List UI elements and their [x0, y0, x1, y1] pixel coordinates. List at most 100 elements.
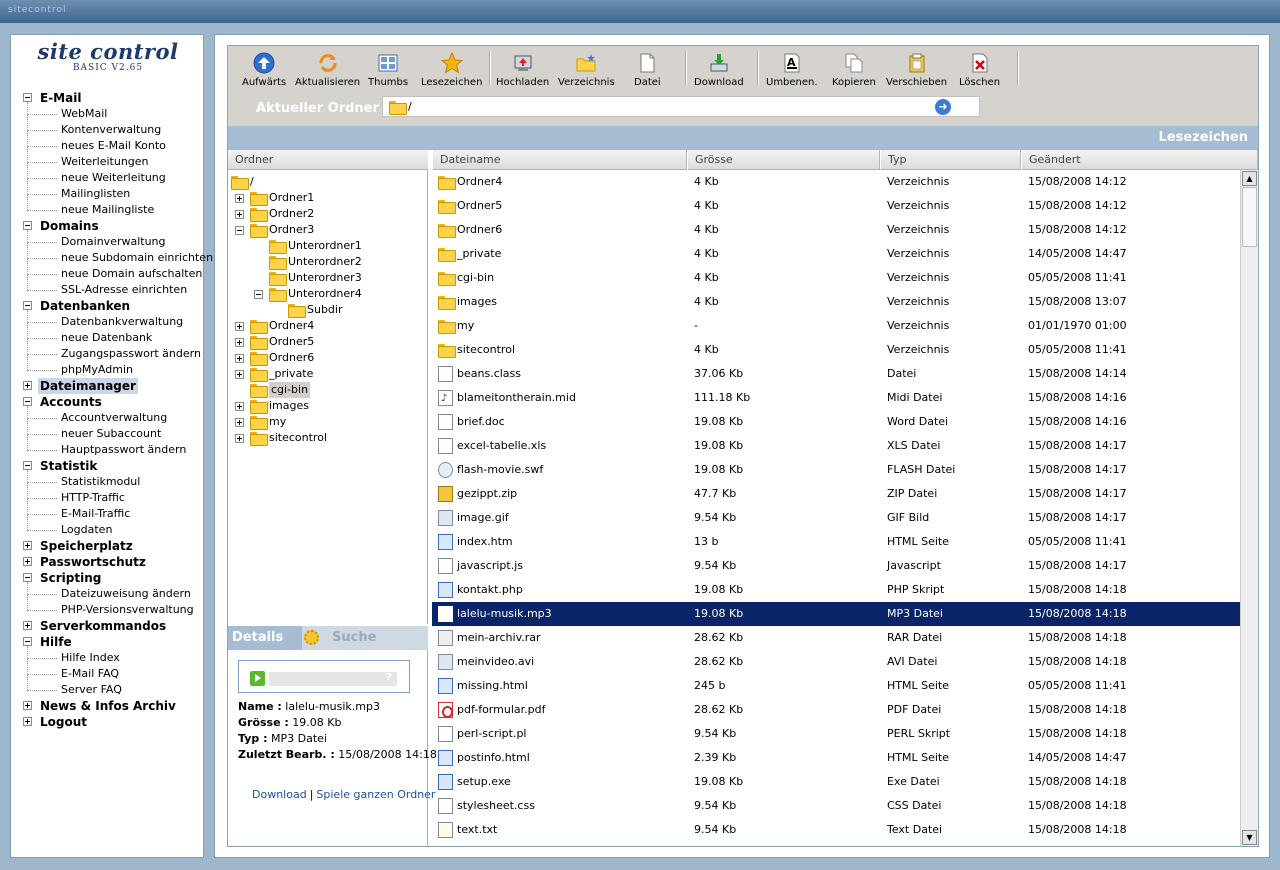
menu-item-label[interactable]: Weiterleitungen	[61, 155, 149, 169]
tab-search[interactable]: Suche	[332, 630, 376, 645]
bookmarks-title[interactable]: Lesezeichen	[1158, 130, 1248, 145]
file-row[interactable]: meinvideo.avi 28.62 Kb AVI Datei 15/08/2008…	[432, 650, 1240, 674]
file-row[interactable]: javascript.js 9.54 Kb Javascript 15/08/2008…	[432, 554, 1240, 578]
menu-item-label[interactable]: neue Domain aufschalten	[61, 267, 202, 281]
menu-category-5[interactable]: Statistik	[11, 458, 205, 474]
menu-item-label[interactable]: E-Mail-Traffic	[61, 507, 130, 521]
tree-node-label[interactable]: Ordner5	[269, 334, 314, 350]
menu-item[interactable]: PHP-Versionsverwaltung	[11, 602, 205, 618]
expand-icon[interactable]	[23, 701, 32, 710]
file-row[interactable]: beans.class 37.06 Kb Datei 15/08/2008 14:14	[432, 362, 1240, 386]
collapse-icon[interactable]	[23, 573, 32, 582]
expand-icon[interactable]	[235, 418, 244, 427]
go-arrow-icon[interactable]: ➜	[935, 99, 951, 115]
menu-item-label[interactable]: neue Mailingliste	[61, 203, 154, 217]
menu-category-0[interactable]: E-Mail	[11, 90, 205, 106]
file-row[interactable]: text.txt 9.54 Kb Text Datei 15/08/2008 14:1…	[432, 818, 1240, 842]
menu-category-label[interactable]: Domains	[40, 218, 99, 234]
menu-item-label[interactable]: neue Subdomain einrichten	[61, 251, 213, 265]
collapse-icon[interactable]	[254, 290, 263, 299]
menu-category-label[interactable]: Scripting	[40, 570, 101, 586]
expand-icon[interactable]	[235, 370, 244, 379]
menu-category-10[interactable]: Hilfe	[11, 634, 205, 650]
expand-icon[interactable]	[235, 322, 244, 331]
menu-item-label[interactable]: PHP-Versionsverwaltung	[61, 603, 194, 617]
menu-item-label[interactable]: E-Mail FAQ	[61, 667, 119, 681]
tree-node[interactable]: sitecontrol	[228, 430, 428, 446]
tab-details[interactable]: Details	[232, 630, 283, 645]
menu-category-label[interactable]: Dateimanager	[38, 378, 138, 394]
expand-icon[interactable]	[23, 717, 32, 726]
tree-node-label[interactable]: Unterordner1	[288, 238, 362, 254]
expand-icon[interactable]	[235, 194, 244, 203]
file-row[interactable]: images 4 Kb Verzeichnis 15/08/2008 13:07	[432, 290, 1240, 314]
file-row[interactable]: Ordner4 4 Kb Verzeichnis 15/08/2008 14:12	[432, 170, 1240, 194]
file-row[interactable]: missing.html 245 b HTML Seite 05/05/2008 11…	[432, 674, 1240, 698]
menu-item[interactable]: Hauptpasswort ändern	[11, 442, 205, 458]
menu-item-label[interactable]: Statistikmodul	[61, 475, 140, 489]
tree-node[interactable]: Unterordner3	[228, 270, 428, 286]
tree-node-label[interactable]: Unterordner2	[288, 254, 362, 270]
menu-category-9[interactable]: Serverkommandos	[11, 618, 205, 634]
file-row[interactable]: mein-archiv.rar 28.62 Kb RAR Datei 15/08/20…	[432, 626, 1240, 650]
file-row[interactable]: index.htm 13 b HTML Seite 05/05/2008 11:41	[432, 530, 1240, 554]
menu-category-2[interactable]: Datenbanken	[11, 298, 205, 314]
tree-node[interactable]: my	[228, 414, 428, 430]
tree-node[interactable]: Unterordner4	[228, 286, 428, 302]
file-row[interactable]: flash-movie.swf 19.08 Kb FLASH Datei 15/08/…	[432, 458, 1240, 482]
toolbar-button-arrow-up[interactable]: Aufwärts	[242, 52, 286, 88]
menu-item[interactable]: Mailinglisten	[11, 186, 205, 202]
menu-item[interactable]: HTTP-Traffic	[11, 490, 205, 506]
collapse-icon[interactable]	[23, 301, 32, 310]
file-row[interactable]: kontakt.php 19.08 Kb PHP Skript 15/08/2008 …	[432, 578, 1240, 602]
menu-item-label[interactable]: phpMyAdmin	[61, 363, 133, 377]
menu-category-7[interactable]: Passwortschutz	[11, 554, 205, 570]
menu-item-label[interactable]: Datenbankverwaltung	[61, 315, 183, 329]
menu-item-label[interactable]: neues E-Mail Konto	[61, 139, 166, 153]
menu-category-label[interactable]: E-Mail	[40, 90, 81, 106]
menu-category-label[interactable]: Passwortschutz	[40, 554, 146, 570]
menu-item[interactable]: neue Datenbank	[11, 330, 205, 346]
address-value[interactable]: /	[408, 100, 412, 113]
menu-category-label[interactable]: News & Infos Archiv	[40, 698, 176, 714]
menu-item[interactable]: Server FAQ	[11, 682, 205, 698]
menu-category-label[interactable]: Hilfe	[40, 634, 72, 650]
tree-node[interactable]: Ordner3	[228, 222, 428, 238]
file-row[interactable]: Ordner5 4 Kb Verzeichnis 15/08/2008 14:12	[432, 194, 1240, 218]
expand-icon[interactable]	[235, 402, 244, 411]
menu-item-label[interactable]: Logdaten	[61, 523, 112, 537]
menu-item-label[interactable]: HTTP-Traffic	[61, 491, 125, 505]
collapse-icon[interactable]	[23, 461, 32, 470]
menu-item-label[interactable]: Hauptpasswort ändern	[61, 443, 186, 457]
tree-node[interactable]: _private	[228, 366, 428, 382]
tree-node-label[interactable]: cgi-bin	[269, 382, 311, 398]
scroll-down-icon[interactable]: ▼	[1242, 830, 1257, 845]
menu-category-3[interactable]: Dateimanager	[11, 378, 205, 394]
tree-node[interactable]: Ordner6	[228, 350, 428, 366]
menu-item-label[interactable]: Kontenverwaltung	[61, 123, 161, 137]
menu-category-label[interactable]: Datenbanken	[40, 298, 130, 314]
file-row[interactable]: gezippt.zip 47.7 Kb ZIP Datei 15/08/2008 14…	[432, 482, 1240, 506]
menu-item-label[interactable]: Server FAQ	[61, 683, 122, 697]
toolbar-button-move[interactable]: Verschieben	[886, 52, 947, 88]
play-icon[interactable]	[250, 671, 265, 686]
file-row[interactable]: postinfo.html 2.39 Kb HTML Seite 14/05/2008…	[432, 746, 1240, 770]
menu-item-label[interactable]: Domainverwaltung	[61, 235, 166, 249]
menu-item-label[interactable]: Hilfe Index	[61, 651, 120, 665]
menu-item[interactable]: neue Weiterleitung	[11, 170, 205, 186]
menu-category-6[interactable]: Speicherplatz	[11, 538, 205, 554]
menu-item-label[interactable]: neue Weiterleitung	[61, 171, 166, 185]
menu-category-4[interactable]: Accounts	[11, 394, 205, 410]
menu-item[interactable]: Logdaten	[11, 522, 205, 538]
menu-item[interactable]: neuer Subaccount	[11, 426, 205, 442]
file-row[interactable]: pdf-formular.pdf 28.62 Kb PDF Datei 15/08/2…	[432, 698, 1240, 722]
toolbar-button-star[interactable]: Lesezeichen	[421, 52, 482, 88]
menu-item-label[interactable]: Accountverwaltung	[61, 411, 167, 425]
menu-item[interactable]: neue Mailingliste	[11, 202, 205, 218]
file-row[interactable]: lalelu-musik.mp3 19.08 Kb MP3 Datei 15/08/2…	[432, 602, 1240, 626]
tree-node-label[interactable]: Ordner3	[269, 222, 314, 238]
tree-node-label[interactable]: _private	[269, 366, 313, 382]
tree-node[interactable]: Ordner4	[228, 318, 428, 334]
menu-item-label[interactable]: SSL-Adresse einrichten	[61, 283, 187, 297]
menu-item[interactable]: neue Subdomain einrichten	[11, 250, 213, 266]
